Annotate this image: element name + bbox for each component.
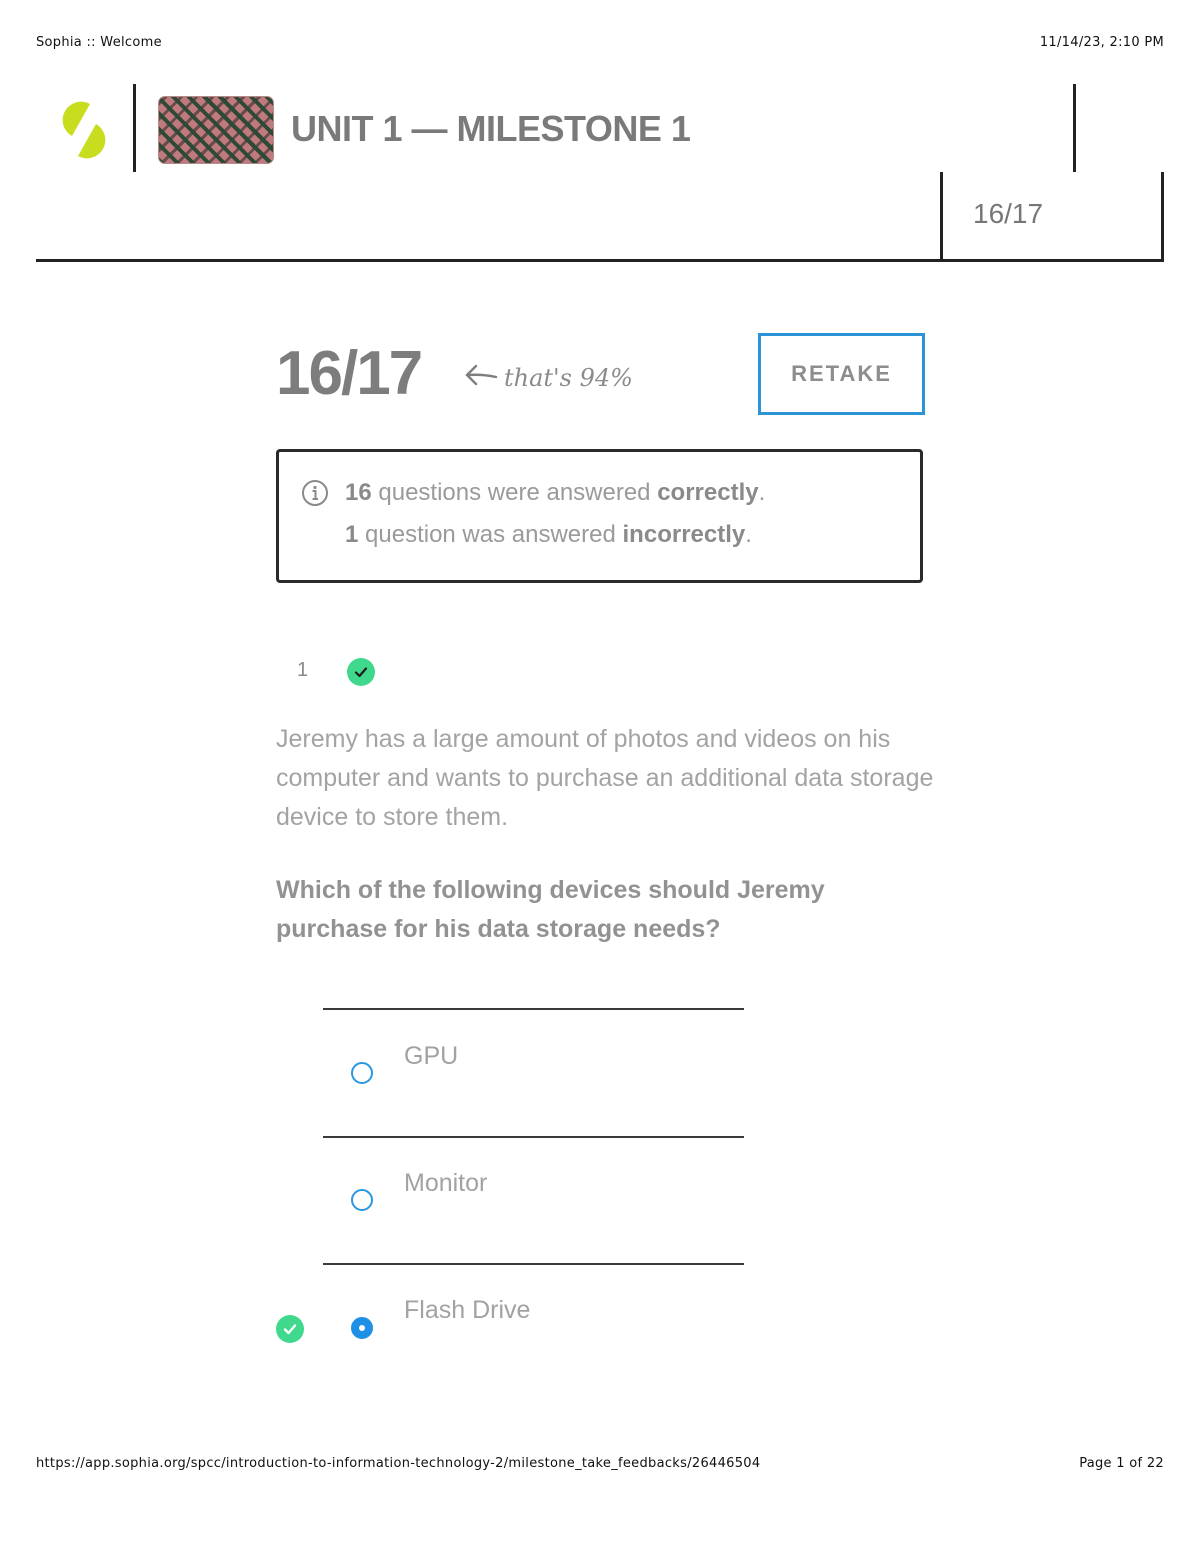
info-icon bbox=[301, 479, 329, 512]
correct-word: correctly bbox=[657, 479, 759, 506]
percent-note: that's 94% bbox=[464, 362, 633, 393]
header-score: 16/17 bbox=[973, 198, 1044, 229]
question-prompt: Which of the following devices should Je… bbox=[276, 876, 825, 943]
score-box-left-border bbox=[940, 172, 943, 262]
option-divider bbox=[323, 1136, 744, 1138]
header-bottom-rule bbox=[36, 259, 1164, 262]
question-correct-check-icon bbox=[347, 658, 375, 686]
correct-count: 16 bbox=[345, 479, 372, 506]
incorrect-period: . bbox=[745, 521, 752, 548]
print-header-datetime: 11/14/23, 2:10 PM bbox=[1039, 35, 1164, 50]
option-label-flash-drive[interactable]: Flash Drive bbox=[404, 1296, 530, 1325]
course-thumbnail bbox=[158, 96, 274, 164]
option-radio-gpu[interactable] bbox=[351, 1062, 373, 1084]
results-summary-box bbox=[276, 449, 923, 583]
question-number: 1 bbox=[297, 659, 309, 681]
question-text: Jeremy has a large amount of photos and … bbox=[276, 725, 934, 831]
retake-button[interactable]: RETAKE bbox=[758, 333, 925, 415]
option-divider bbox=[323, 1008, 744, 1010]
incorrect-word: incorrectly bbox=[622, 521, 746, 548]
page-title: UNIT 1 — MILESTONE 1 bbox=[291, 108, 691, 149]
option-label-monitor[interactable]: Monitor bbox=[404, 1169, 487, 1198]
correct-summary: 16 questions were answered correctly. bbox=[345, 479, 765, 507]
option-divider bbox=[323, 1263, 744, 1265]
incorrect-count: 1 bbox=[345, 521, 359, 548]
sophia-logo[interactable] bbox=[60, 100, 108, 165]
correct-period: . bbox=[758, 479, 766, 506]
percent-text: that's 94% bbox=[504, 363, 633, 392]
arrow-left-icon bbox=[464, 362, 498, 393]
header-right-divider bbox=[1073, 84, 1076, 172]
score-display: 16/17 bbox=[276, 339, 423, 408]
incorrect-text: question was answered bbox=[358, 521, 623, 548]
score-box-right-border bbox=[1161, 172, 1164, 262]
incorrect-summary: 1 question was answered incorrectly. bbox=[345, 521, 752, 549]
header-divider bbox=[133, 84, 136, 172]
print-header-title: Sophia :: Welcome bbox=[36, 35, 162, 50]
print-footer-page: Page 1 of 22 bbox=[1079, 1456, 1164, 1471]
print-footer-url: https://app.sophia.org/spcc/introduction… bbox=[36, 1456, 761, 1471]
option-label-gpu[interactable]: GPU bbox=[404, 1042, 458, 1071]
correct-text: questions were answered bbox=[371, 479, 658, 506]
option-radio-flash-drive[interactable] bbox=[351, 1317, 373, 1339]
option-correct-check-icon bbox=[276, 1315, 304, 1343]
option-radio-monitor[interactable] bbox=[351, 1189, 373, 1211]
